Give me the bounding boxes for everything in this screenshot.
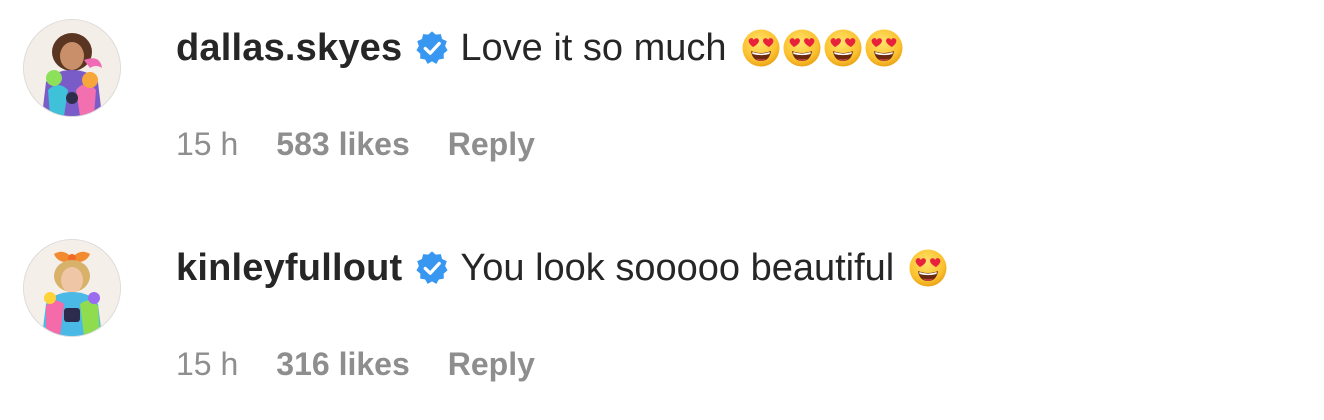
heart-eyes-emoji-icon (864, 28, 904, 68)
emoji-group (908, 248, 949, 288)
comment-text: Love it so much (460, 26, 727, 69)
heart-eyes-emoji-icon (823, 28, 863, 68)
timestamp[interactable]: 15 h (176, 126, 238, 163)
heart-eyes-emoji-icon (741, 28, 781, 68)
likes-count[interactable]: 316 likes (276, 346, 409, 383)
avatar[interactable] (24, 20, 120, 116)
reply-button[interactable]: Reply (448, 126, 535, 163)
username[interactable]: kinleyfullout (176, 247, 402, 290)
avatar-image (24, 240, 120, 336)
reply-button[interactable]: Reply (448, 346, 535, 383)
comment-header: dallas.skyes Love it so much (176, 26, 905, 70)
verified-badge-icon (414, 250, 450, 286)
emoji-group (741, 28, 905, 68)
verified-badge-icon (414, 30, 450, 66)
comment-text: You look sooooo beautiful (460, 246, 895, 289)
username[interactable]: dallas.skyes (176, 27, 402, 70)
comment-item: dallas.skyes Love it so much 15 h 583 li… (0, 0, 1324, 200)
heart-eyes-emoji-icon (908, 248, 948, 288)
comment-meta: 15 h 316 likes Reply (176, 344, 535, 384)
avatar[interactable] (24, 240, 120, 336)
heart-eyes-emoji-icon (782, 28, 822, 68)
avatar-image (24, 20, 120, 116)
timestamp[interactable]: 15 h (176, 346, 238, 383)
likes-count[interactable]: 583 likes (276, 126, 409, 163)
comment-item: kinleyfullout You look sooooo beautiful … (0, 220, 1324, 420)
comment-header: kinleyfullout You look sooooo beautiful (176, 246, 949, 290)
comment-meta: 15 h 583 likes Reply (176, 124, 535, 164)
